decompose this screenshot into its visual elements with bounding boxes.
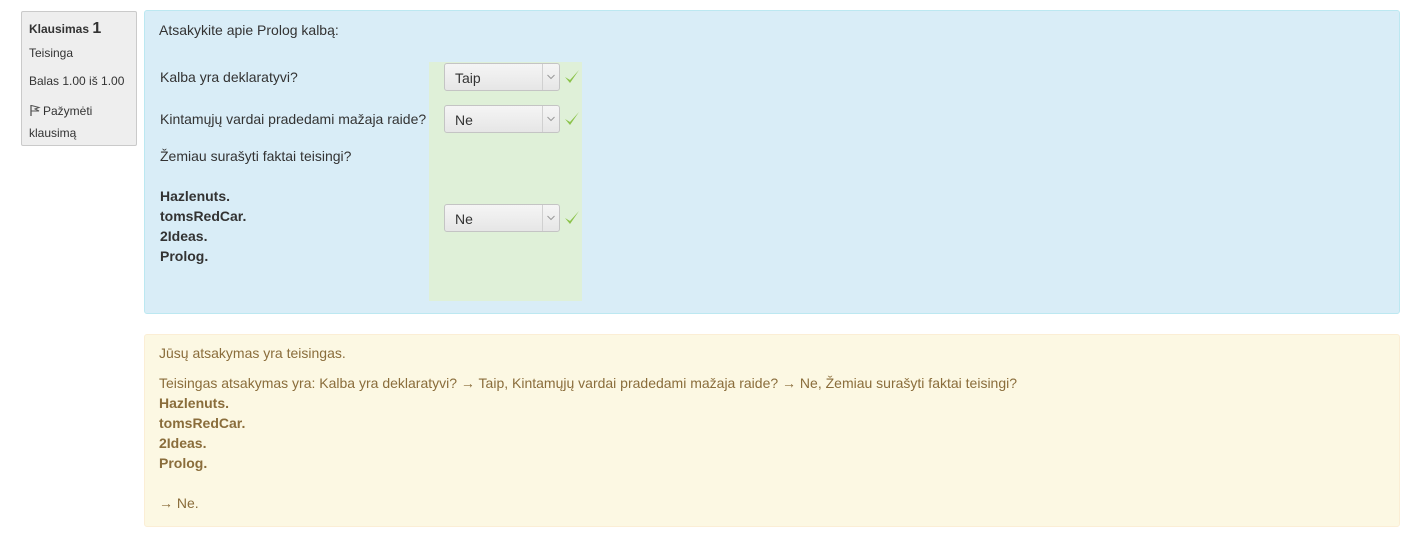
answer-select-2-value: Ne: [455, 112, 473, 128]
answer-select-2[interactable]: Ne: [444, 105, 560, 133]
right-answer-fact: 2Ideas.: [159, 435, 207, 451]
flag-question-link[interactable]: Pažymėti klausimą: [29, 101, 129, 143]
right-answer-final: → Ne.: [159, 495, 199, 511]
question-number: 1: [92, 20, 102, 37]
flag-label-line1: Pažymėti: [43, 104, 93, 118]
answer-select-1[interactable]: Taip: [444, 63, 560, 91]
question-label: Klausimas: [29, 22, 90, 36]
fact-item: Prolog.: [160, 248, 209, 264]
right-answer-fact: Hazlenuts.: [159, 395, 230, 411]
question-number-line: Klausimas 1: [29, 19, 129, 39]
row-prompt-2: Kintamųjų vardai pradedami mažaja raide?: [160, 111, 427, 127]
question-grade: Balas 1.00 iš 1.00: [29, 74, 125, 88]
feedback-text: Jūsų atsakymas yra teisingas.: [159, 345, 346, 361]
check-icon: [563, 209, 581, 227]
chevron-down-icon: [542, 64, 559, 90]
chevron-down-icon: [542, 106, 559, 132]
correct-answer-column: [429, 62, 582, 301]
facts-list: Hazlenuts. tomsRedCar. 2Ideas. Prolog.: [160, 186, 246, 266]
question-formulation: Atsakykite apie Prolog kalbą: Kalba yra …: [144, 10, 1400, 314]
fact-item: 2Ideas.: [160, 228, 208, 244]
check-icon: [563, 68, 581, 86]
right-answer-intro: Teisingas atsakymas yra: Kalba yra dekla…: [159, 375, 1018, 391]
question-text: Atsakykite apie Prolog kalbą:: [159, 22, 339, 38]
right-answer-fact: tomsRedCar.: [159, 415, 246, 431]
flag-icon: [29, 103, 41, 123]
row-prompt-1: Kalba yra deklaratyvi?: [160, 69, 298, 85]
question-outcome: Jūsų atsakymas yra teisingas. Teisingas …: [144, 334, 1400, 527]
answer-select-1-value: Taip: [455, 70, 481, 86]
answer-select-3[interactable]: Ne: [444, 204, 560, 232]
fact-item: Hazlenuts.: [160, 188, 231, 204]
question-state: Teisinga: [29, 46, 74, 60]
right-answer: Teisingas atsakymas yra: Kalba yra dekla…: [159, 373, 1017, 513]
answer-select-3-value: Ne: [455, 211, 473, 227]
flag-label-line2: klausimą: [29, 126, 77, 140]
chevron-down-icon: [542, 205, 559, 231]
check-icon: [563, 110, 581, 128]
question-info: Klausimas 1 Teisinga Balas 1.00 iš 1.00 …: [21, 11, 137, 146]
right-answer-fact: Prolog.: [159, 455, 208, 471]
row-prompt-3: Žemiau surašyti faktai teisingi?: [160, 148, 352, 164]
fact-item: tomsRedCar.: [160, 208, 247, 224]
